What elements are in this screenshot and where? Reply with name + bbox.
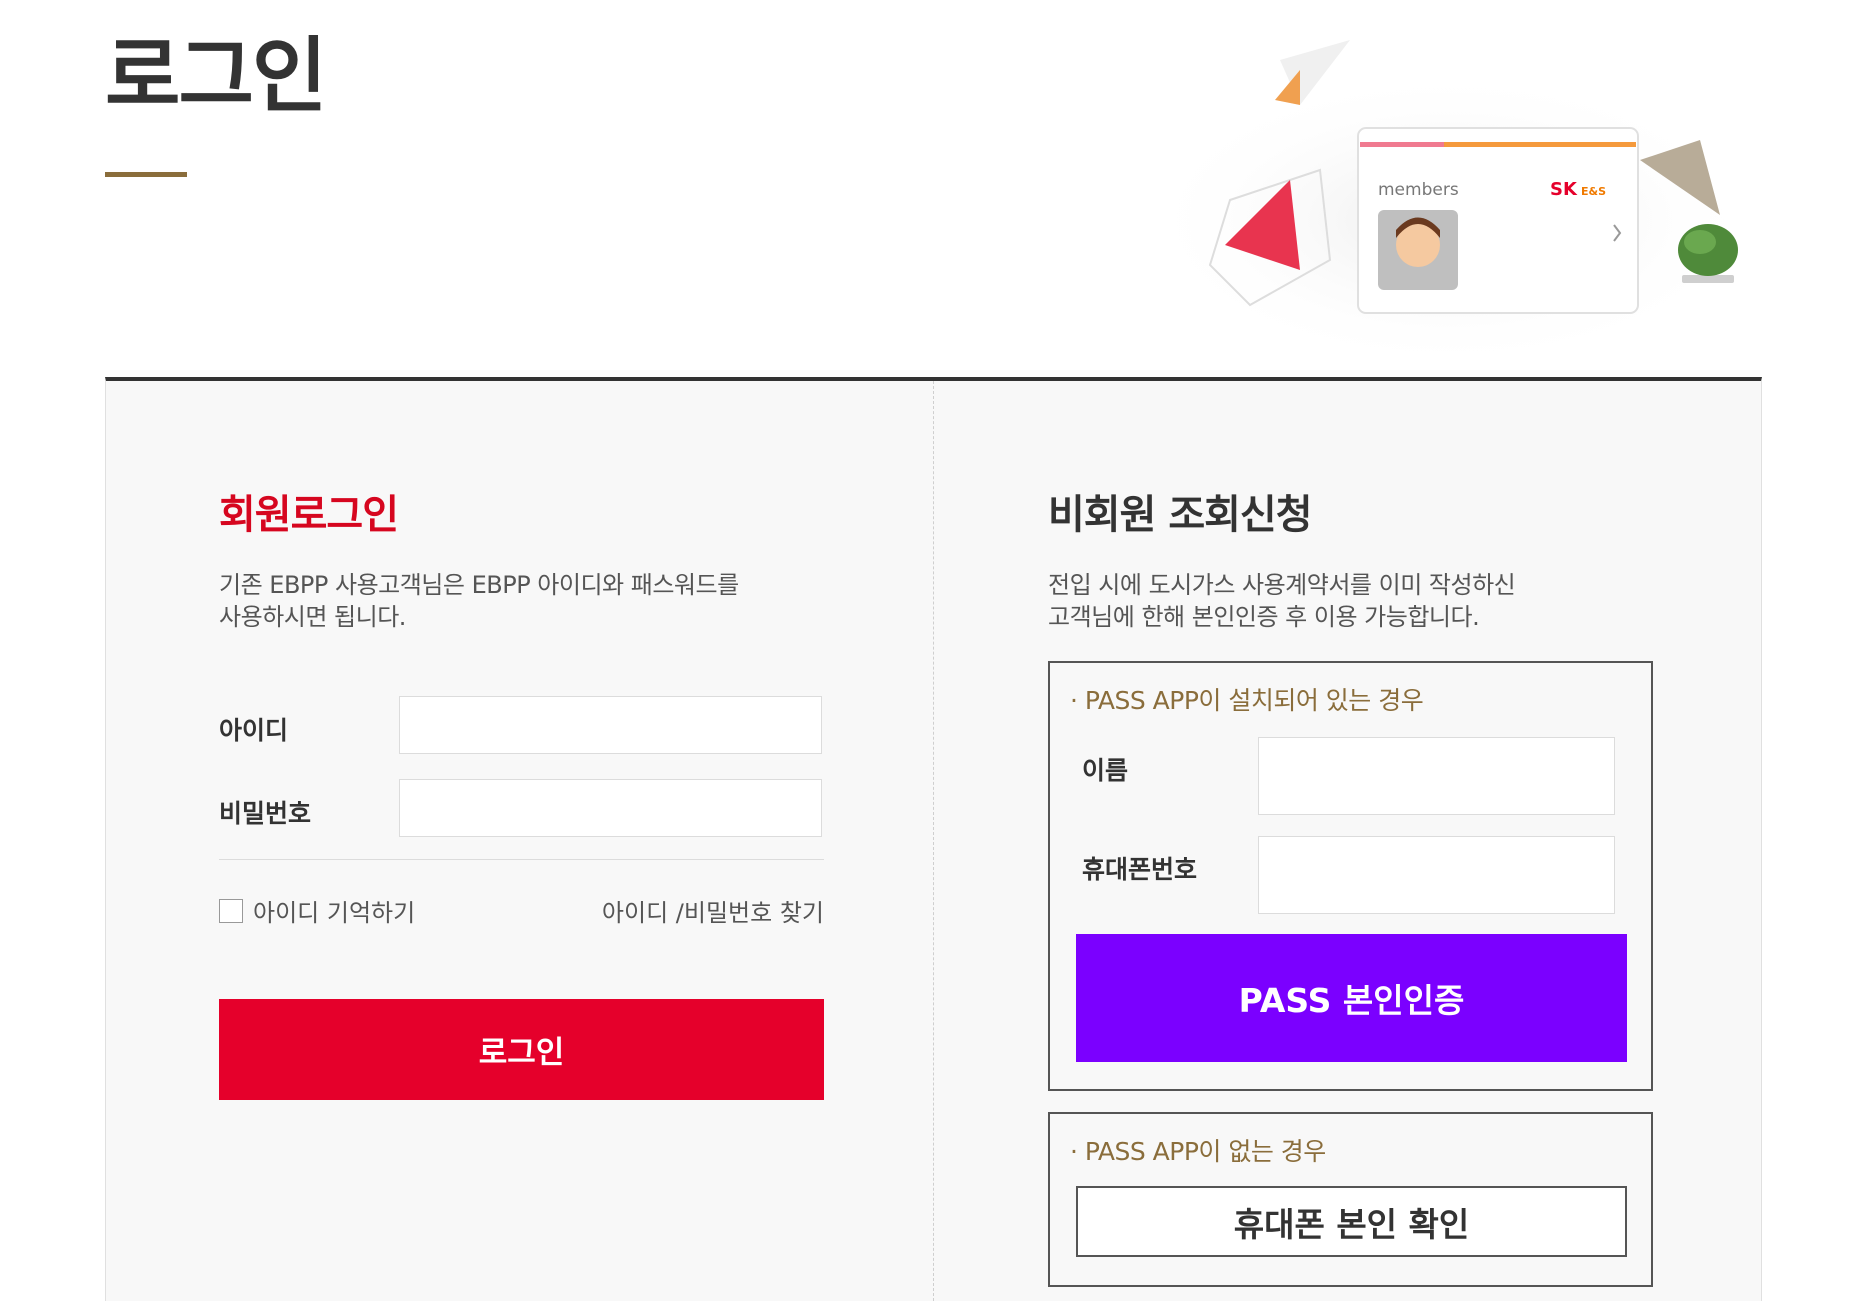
login-button[interactable]: 로그인: [219, 999, 824, 1100]
guest-description: 전입 시에 도시가스 사용계약서를 이미 작성하신 고객님에 한해 본인인증 후…: [1048, 569, 1653, 633]
remember-id-label: 아이디 기억하기: [253, 899, 416, 927]
card-label: members: [1378, 180, 1459, 200]
member-login-title: 회원로그인: [219, 492, 399, 538]
id-label: 아이디: [219, 716, 289, 745]
pass-app-box: · PASS APP이 설치되어 있는 경우 이름 휴대폰번호 PASS 본인인…: [1048, 661, 1653, 1091]
phone-input[interactable]: [1258, 836, 1615, 914]
card-brand: SK: [1550, 179, 1578, 200]
member-login-description-line1: 기존 EBPP 사용고객님은 EBPP 아이디와 패스워드를: [219, 571, 739, 599]
members-card: members SK E&S: [1357, 127, 1639, 314]
id-input[interactable]: [399, 696, 822, 754]
phone-verify-button[interactable]: 휴대폰 본인 확인: [1076, 1186, 1627, 1257]
password-row: 비밀번호: [219, 779, 824, 839]
card-brand-sub: E&S: [1581, 185, 1606, 198]
guest-title: 비회원 조회신청: [1048, 492, 1313, 538]
pass-app-box-title: · PASS APP이 설치되어 있는 경우: [1070, 686, 1424, 715]
name-input[interactable]: [1258, 737, 1615, 815]
login-panel: 회원로그인 기존 EBPP 사용고객님은 EBPP 아이디와 패스워드를 사용하…: [105, 377, 1762, 1301]
member-login-description-line2: 사용하시면 됩니다.: [219, 603, 406, 631]
phone-row: 휴대폰번호: [1082, 836, 1622, 916]
guest-section: 비회원 조회신청 전입 시에 도시가스 사용계약서를 이미 작성하신 고객님에 …: [1048, 491, 1653, 633]
pass-auth-button[interactable]: PASS 본인인증: [1076, 934, 1627, 1062]
phone-label: 휴대폰번호: [1082, 855, 1198, 884]
find-id-password-link[interactable]: 아이디 /비밀번호 찾기: [602, 893, 824, 928]
no-pass-app-box-title: · PASS APP이 없는 경우: [1070, 1137, 1326, 1166]
page-title: 로그인: [105, 29, 327, 124]
password-input[interactable]: [399, 779, 822, 837]
password-label: 비밀번호: [219, 799, 312, 828]
checkbox-icon[interactable]: [219, 898, 243, 923]
title-underline: [105, 172, 187, 177]
id-row: 아이디: [219, 696, 824, 756]
hero-illustration: members SK E&S: [1140, 40, 1760, 360]
panel-divider: [933, 381, 934, 1301]
guest-description-line2: 고객님에 한해 본인인증 후 이용 가능합니다.: [1048, 603, 1480, 631]
guest-description-line1: 전입 시에 도시가스 사용계약서를 이미 작성하신: [1048, 571, 1516, 599]
name-label: 이름: [1082, 756, 1129, 785]
member-login-section: 회원로그인 기존 EBPP 사용고객님은 EBPP 아이디와 패스워드를 사용하…: [219, 491, 824, 1100]
form-separator: [219, 859, 824, 860]
remember-id-checkbox[interactable]: 아이디 기억하기: [219, 893, 415, 928]
member-login-description: 기존 EBPP 사용고객님은 EBPP 아이디와 패스워드를 사용하시면 됩니다…: [219, 569, 824, 633]
no-pass-app-box: · PASS APP이 없는 경우 휴대폰 본인 확인: [1048, 1112, 1653, 1287]
name-row: 이름: [1082, 737, 1622, 817]
